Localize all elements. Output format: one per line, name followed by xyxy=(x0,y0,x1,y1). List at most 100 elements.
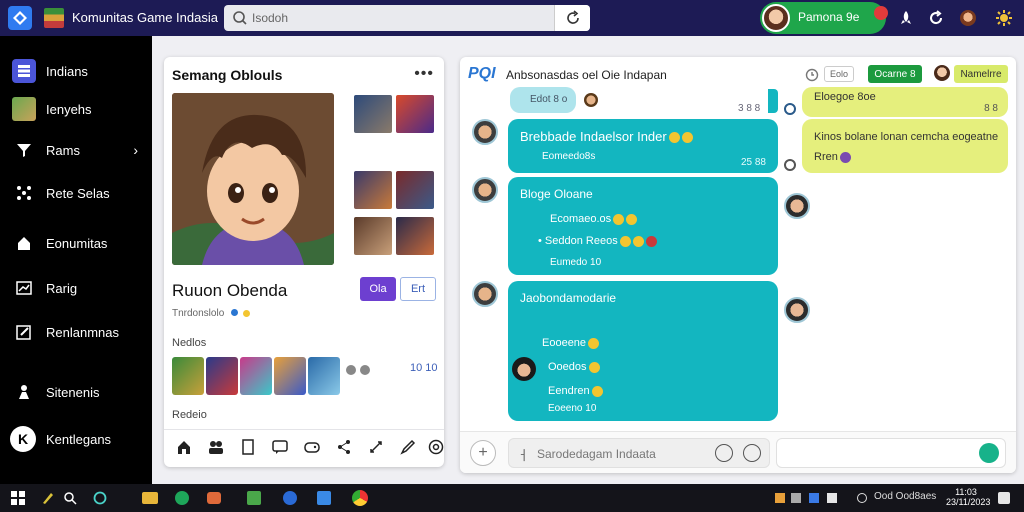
thumbnail[interactable] xyxy=(396,171,434,209)
game-thumbnail[interactable] xyxy=(206,357,238,395)
recipient-avatar[interactable] xyxy=(784,297,810,323)
secondary-button[interactable]: Ert xyxy=(400,277,436,301)
edge-icon[interactable] xyxy=(172,488,192,508)
emoji-icon[interactable] xyxy=(426,437,446,457)
game-thumbnail[interactable] xyxy=(240,357,272,395)
tray-label: Ood Ood8aes xyxy=(874,491,937,502)
message-bubble[interactable]: Jaobondamodarie Eooeene Ooedos Eendren E… xyxy=(508,281,778,421)
store-icon[interactable] xyxy=(244,488,264,508)
bubble-edge xyxy=(768,89,778,113)
thumbnail[interactable] xyxy=(396,217,434,255)
name-chip[interactable]: Namelrre xyxy=(954,65,1008,83)
sidebar-item-sitenenis[interactable]: Sitenenis xyxy=(0,377,152,407)
app-icon[interactable] xyxy=(280,488,300,508)
document-icon[interactable] xyxy=(238,437,258,457)
profile-status: Tnrdonslolo xyxy=(172,308,250,319)
thumbnail[interactable] xyxy=(354,217,392,255)
network-icon xyxy=(12,181,36,205)
refresh-circle-icon[interactable] xyxy=(926,8,946,28)
notification-center-icon[interactable] xyxy=(994,488,1014,508)
sidebar-item-rarig[interactable]: Rarig xyxy=(0,273,152,303)
thumbnail[interactable] xyxy=(354,95,392,133)
sender-avatar[interactable] xyxy=(512,357,536,381)
windows-start-icon[interactable] xyxy=(8,488,28,508)
sender-avatar[interactable] xyxy=(472,281,498,307)
chrome-icon[interactable] xyxy=(350,488,370,508)
search-bar[interactable] xyxy=(224,5,590,31)
clock-icon[interactable] xyxy=(804,67,820,83)
folder-icon[interactable] xyxy=(140,488,160,508)
recipient-avatar[interactable] xyxy=(784,193,810,219)
sidebar-item-indians[interactable]: Indians xyxy=(0,56,152,86)
refresh-button[interactable] xyxy=(554,5,590,31)
system-clock[interactable]: 11:03 23/11/2023 xyxy=(946,487,990,507)
pen-icon[interactable] xyxy=(398,437,418,457)
game-thumbnail[interactable] xyxy=(172,357,204,395)
sender-avatar[interactable] xyxy=(472,119,498,145)
share-icon[interactable] xyxy=(334,437,354,457)
sidebar-item-rams[interactable]: Rams › xyxy=(0,135,152,165)
settings-icon[interactable] xyxy=(994,8,1014,28)
group-icon[interactable] xyxy=(206,437,226,457)
sidebar-item-eonumitas[interactable]: Eonumitas xyxy=(0,228,152,258)
camera-icon[interactable] xyxy=(204,488,224,508)
add-attachment-button[interactable]: + xyxy=(470,440,496,466)
primary-button[interactable]: Ola xyxy=(360,277,396,301)
chat-icon[interactable] xyxy=(270,437,290,457)
thumbnail[interactable] xyxy=(396,95,434,133)
filter-icon xyxy=(12,138,36,162)
game-icon-small[interactable] xyxy=(360,365,370,375)
sender-avatar[interactable] xyxy=(472,177,498,203)
message-text: • Seddon Reeos xyxy=(538,235,657,247)
tray-icon[interactable] xyxy=(852,488,872,508)
notification-icon[interactable] xyxy=(874,6,888,20)
secondary-input[interactable] xyxy=(776,438,1006,468)
sidebar-item-ienyehs[interactable]: Ienyehs xyxy=(0,94,152,124)
link-icon[interactable] xyxy=(366,437,386,457)
user-avatar xyxy=(762,4,790,32)
tray-icon[interactable] xyxy=(786,488,806,508)
message-text: Bloge Oloane xyxy=(520,187,593,201)
user-chip[interactable]: Pamona 9e xyxy=(760,2,888,34)
avatar-icon[interactable] xyxy=(958,8,978,28)
contact-avatar[interactable] xyxy=(934,65,950,81)
flag-icon xyxy=(44,8,64,28)
tray-icon[interactable] xyxy=(822,488,842,508)
message-bubble-yellow[interactable]: Kinos bolane lonan cemcha eogeatne Rren xyxy=(802,119,1008,173)
message-bubble[interactable]: Brebbade Indaelsor Inder Eomeedo8s 25 88 xyxy=(508,119,778,173)
tray-icon[interactable] xyxy=(804,488,824,508)
search-icon[interactable] xyxy=(60,488,80,508)
more-options-icon[interactable]: ••• xyxy=(414,65,434,83)
chat-bubble-icon[interactable] xyxy=(90,488,110,508)
app-logo-icon[interactable] xyxy=(8,6,32,30)
emoji-icon[interactable] xyxy=(715,444,733,462)
pen-tool-icon[interactable] xyxy=(38,488,58,508)
sidebar-item-kentlegans[interactable]: K Kentlegans xyxy=(0,424,152,454)
filter-chip[interactable]: Eolo xyxy=(824,66,854,82)
status-button[interactable]: Ocarne 8 xyxy=(868,65,922,83)
rocket-icon[interactable] xyxy=(896,8,916,28)
send-icon[interactable] xyxy=(979,443,999,463)
message-field[interactable]: ㅓ xyxy=(508,438,770,468)
shield-icon[interactable] xyxy=(314,488,334,508)
divider xyxy=(164,429,444,430)
profile-portrait[interactable] xyxy=(172,93,334,265)
message-bubble[interactable]: Bloge Oloane Ecomaeo.os • Seddon Reeos E… xyxy=(508,177,778,275)
sidebar-item-rete-selas[interactable]: Rete Selas xyxy=(0,178,152,208)
search-input[interactable] xyxy=(252,8,542,28)
game-thumbnail[interactable] xyxy=(274,357,306,395)
reply-icon[interactable] xyxy=(784,159,796,171)
message-bubble[interactable]: Edot 8 o xyxy=(510,87,576,113)
home-icon xyxy=(12,231,36,255)
game-icon-small[interactable] xyxy=(346,365,356,375)
home-icon[interactable] xyxy=(174,437,194,457)
sidebar-item-renlanmnas[interactable]: Renlanmnas xyxy=(0,317,152,347)
reply-icon[interactable] xyxy=(784,103,796,115)
game-thumbnail[interactable] xyxy=(308,357,340,395)
thumbnail[interactable] xyxy=(354,171,392,209)
message-bubble-yellow[interactable]: Eloegoe 8oe 8 8 xyxy=(802,87,1008,117)
message-text: Ecomaeo.os xyxy=(550,213,638,225)
gamepad-icon[interactable] xyxy=(302,437,322,457)
message-input[interactable] xyxy=(537,445,697,463)
sticker-icon[interactable] xyxy=(743,444,761,462)
